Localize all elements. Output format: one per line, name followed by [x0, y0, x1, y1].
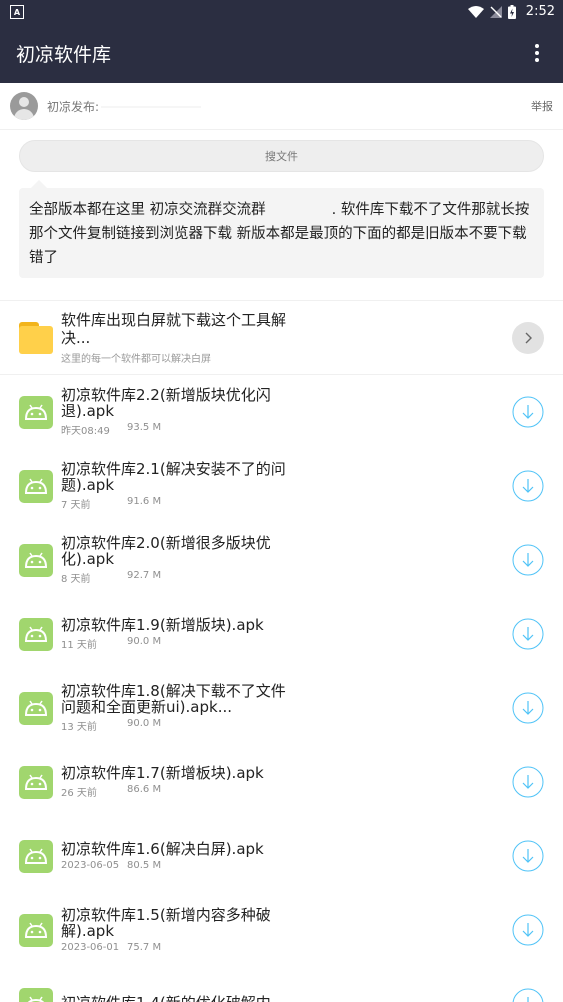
search-wrap: 搜文件	[0, 130, 563, 172]
file-item[interactable]: 初凉软件库2.2(新增版块优化闪退).apk 昨天08:49 93.5 M	[0, 375, 563, 449]
avatar[interactable]	[10, 92, 38, 120]
android-apk-icon	[19, 691, 53, 725]
file-date: 2023-06-01	[61, 942, 120, 953]
file-list: 初凉软件库2.2(新增版块优化闪退).apk 昨天08:49 93.5 M 初凉…	[0, 375, 563, 1002]
poster-row: 初凉发布: 举报	[0, 83, 563, 130]
folder-title: 软件库出现白屏就下载这个工具解决...	[61, 310, 287, 347]
android-apk-icon	[19, 913, 53, 947]
status-bar: A 2:52	[0, 0, 563, 23]
notification-app-icon: A	[10, 5, 24, 20]
file-date: 13 天前	[61, 722, 97, 733]
file-text: 初凉软件库2.1(解决安装不了的问题).apk 7 天前 91.6 M	[61, 461, 512, 511]
file-size: 75.7 M	[127, 942, 162, 953]
status-left: A	[10, 4, 24, 20]
file-item[interactable]: 初凉软件库1.5(新增内容多种破解).apk 2023-06-01 75.7 M	[0, 893, 563, 967]
file-size: 91.6 M	[127, 496, 162, 507]
file-text: 初凉软件库2.0(新增很多版块优化).apk 8 天前 92.7 M	[61, 535, 512, 585]
file-title: 初凉软件库2.1(解决安装不了的问题).apk	[61, 460, 286, 494]
file-meta: 7 天前 91.6 M	[61, 496, 512, 511]
folder-subtitle: 这里的每一个软件都可以解决白屏	[61, 353, 211, 365]
file-date: 昨天08:49	[61, 426, 110, 437]
file-date: 26 天前	[61, 788, 97, 799]
battery-charging-icon	[507, 4, 516, 19]
file-size: 86.6 M	[127, 784, 162, 795]
android-apk-icon	[19, 765, 53, 799]
download-icon[interactable]	[512, 766, 544, 798]
file-size: 80.5 M	[127, 860, 162, 871]
android-apk-icon	[19, 395, 53, 429]
file-item[interactable]: 初凉软件库1.8(解决下载不了文件问题和全面更新ui).apk... 13 天前…	[0, 671, 563, 745]
file-text: 初凉软件库1.5(新增内容多种破解).apk 2023-06-01 75.7 M	[61, 907, 512, 953]
file-item[interactable]: 初凉软件库1.7(新增板块).apk 26 天前 86.6 M	[0, 745, 563, 819]
file-meta: 2023-06-05 80.5 M	[61, 860, 512, 871]
notice-bubble: 全部版本都在这里 初凉交流群交流群. 软件库下载不了文件那就长按那个文件复制链接…	[19, 180, 544, 278]
android-apk-icon	[19, 617, 53, 651]
file-date: 7 天前	[61, 500, 91, 511]
download-icon[interactable]	[512, 692, 544, 724]
file-item[interactable]: 初凉软件库2.0(新增很多版块优化).apk 8 天前 92.7 M	[0, 523, 563, 597]
download-icon[interactable]	[512, 544, 544, 576]
page-title: 初凉软件库	[16, 43, 112, 66]
file-title: 初凉软件库1.4(新的优化破解内	[61, 995, 291, 1002]
notice-wrap: 全部版本都在这里 初凉交流群交流群. 软件库下载不了文件那就长按那个文件复制链接…	[0, 172, 563, 278]
android-apk-icon	[19, 543, 53, 577]
no-signal-icon	[489, 5, 502, 18]
file-title: 初凉软件库2.2(新增版块优化闪退).apk	[61, 386, 271, 420]
file-size: 90.0 M	[127, 718, 162, 729]
file-meta: 13 天前 90.0 M	[61, 718, 512, 733]
file-text: 初凉软件库1.8(解决下载不了文件问题和全面更新ui).apk... 13 天前…	[61, 683, 512, 733]
app-bar: 初凉软件库	[0, 23, 563, 83]
download-icon[interactable]	[512, 396, 544, 428]
file-text: 初凉软件库1.9(新增版块).apk 11 天前 90.0 M	[61, 617, 512, 651]
status-right: 2:52	[467, 4, 555, 19]
android-apk-icon	[19, 987, 53, 1002]
poster-name: 初凉发布:	[47, 98, 202, 115]
folder-row[interactable]: 软件库出现白屏就下载这个工具解决... 这里的每一个软件都可以解决白屏	[0, 301, 563, 375]
android-apk-icon	[19, 839, 53, 873]
file-item[interactable]: 初凉软件库1.9(新增版块).apk 11 天前 90.0 M	[0, 597, 563, 671]
android-apk-icon	[19, 469, 53, 503]
file-size: 93.5 M	[127, 422, 162, 433]
notice-text-1: 全部版本都在这里 初凉交流群交流群	[29, 202, 266, 218]
file-title: 初凉软件库1.5(新增内容多种破解).apk	[61, 906, 271, 940]
file-item[interactable]: 初凉软件库1.4(新的优化破解内	[0, 967, 563, 1002]
file-text: 初凉软件库1.7(新增板块).apk 26 天前 86.6 M	[61, 765, 512, 799]
report-button[interactable]: 举报	[531, 98, 553, 114]
redacted-text	[101, 101, 202, 113]
more-vert-icon[interactable]	[527, 41, 547, 65]
search-files-button[interactable]: 搜文件	[19, 140, 544, 172]
file-text: 初凉软件库2.2(新增版块优化闪退).apk 昨天08:49 93.5 M	[61, 387, 512, 437]
file-size: 92.7 M	[127, 570, 162, 581]
wifi-icon	[467, 5, 484, 18]
download-icon[interactable]	[512, 470, 544, 502]
file-meta: 26 天前 86.6 M	[61, 784, 512, 799]
file-date: 8 天前	[61, 574, 91, 585]
search-label: 搜文件	[265, 150, 298, 163]
file-text: 初凉软件库1.4(新的优化破解内	[61, 995, 512, 1002]
file-title: 初凉软件库1.7(新增板块).apk	[61, 764, 264, 782]
download-icon[interactable]	[512, 618, 544, 650]
file-meta: 8 天前 92.7 M	[61, 570, 512, 585]
file-title: 初凉软件库2.0(新增很多版块优化).apk	[61, 534, 271, 568]
download-icon[interactable]	[512, 914, 544, 946]
file-title: 初凉软件库1.6(解决白屏).apk	[61, 840, 264, 858]
status-time: 2:52	[525, 4, 555, 19]
download-icon[interactable]	[512, 988, 544, 1002]
download-icon[interactable]	[512, 840, 544, 872]
file-item[interactable]: 初凉软件库2.1(解决安装不了的问题).apk 7 天前 91.6 M	[0, 449, 563, 523]
file-date: 11 天前	[61, 640, 97, 651]
folder-text: 软件库出现白屏就下载这个工具解决... 这里的每一个软件都可以解决白屏	[61, 311, 512, 365]
file-meta: 11 天前 90.0 M	[61, 636, 512, 651]
folder-icon	[19, 321, 53, 354]
file-date: 2023-06-05	[61, 860, 120, 871]
file-text: 初凉软件库1.6(解决白屏).apk 2023-06-05 80.5 M	[61, 841, 512, 871]
file-meta: 昨天08:49 93.5 M	[61, 422, 512, 437]
file-item[interactable]: 初凉软件库1.6(解决白屏).apk 2023-06-05 80.5 M	[0, 819, 563, 893]
file-title: 初凉软件库1.8(解决下载不了文件问题和全面更新ui).apk...	[61, 682, 286, 716]
chevron-right-icon[interactable]	[512, 321, 544, 354]
file-meta: 2023-06-01 75.7 M	[61, 942, 512, 953]
file-title: 初凉软件库1.9(新增版块).apk	[61, 616, 264, 634]
file-size: 90.0 M	[127, 636, 162, 647]
